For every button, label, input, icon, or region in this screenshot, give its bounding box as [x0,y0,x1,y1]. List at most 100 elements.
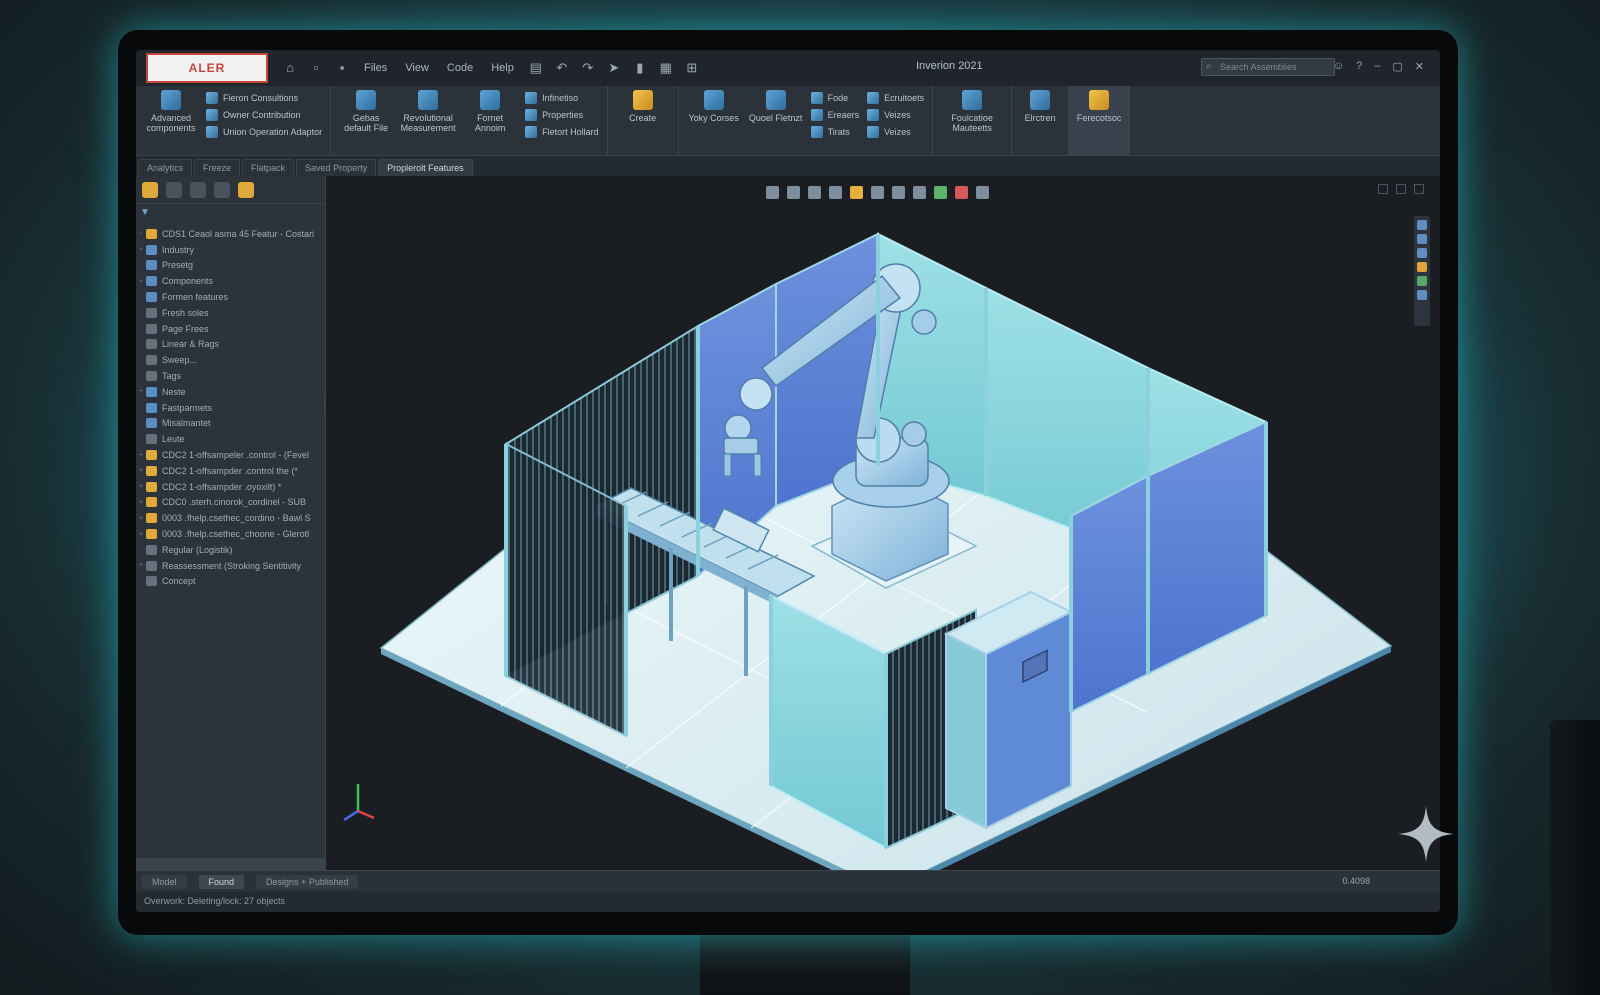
target-icon[interactable] [214,181,230,198]
clipboard-icon[interactable]: ▤ [528,60,544,76]
ribbon-button-default-file[interactable]: Gebas default File [339,90,393,133]
ribbon-button-ferecotsoc[interactable]: Ferecotsoc [1077,90,1121,123]
tree-item[interactable]: + Industry [136,242,325,258]
create-button[interactable]: Create [616,90,670,123]
user-icon[interactable]: ☺ [1333,60,1344,73]
ribbon-group-components: Advanced components Fieron Consultions O… [136,86,332,156]
tab-designs[interactable]: Designs + Published [256,874,359,889]
select-arrow-icon[interactable]: ➤ [606,60,622,76]
ribbon-button-elrctren[interactable]: Elrctren [1020,90,1060,123]
expand-toggle-icon[interactable]: + [136,483,146,490]
robot-cell-model[interactable] [326,176,1440,870]
app-logo[interactable]: ALER [146,53,268,83]
measure-icon[interactable]: ▮ [632,60,648,76]
tree-item[interactable]: Fresh soles [136,305,325,321]
expand-toggle-icon[interactable]: - [136,230,146,237]
ribbon-button-mauteetts[interactable]: Foulcatioe Mauteetts [941,90,1003,133]
tree-item[interactable]: + CDC2 1-offsampeler .control - (Fevel [136,447,325,463]
expand-toggle-icon[interactable]: + [136,499,146,506]
tree-item[interactable]: +0003 .fhelp.csethec_choone - Glerotl [136,526,325,542]
tree-item[interactable]: Sweep... [136,352,325,368]
annotate-icon [480,90,501,110]
search-input[interactable]: ⌕ Search Assemblies [1201,58,1335,76]
ribbon-button-fletort[interactable]: Fletort Hollard [525,126,599,138]
ribbon-button-tirats[interactable]: Tirats [810,126,860,138]
tree-item[interactable]: Leute [136,431,325,447]
ribbon-button-advanced-components[interactable]: Advanced components [144,90,198,133]
tab-flatpack[interactable]: Flatpack [242,159,295,176]
ribbon-button-infinetiso[interactable]: Infinetiso [525,92,599,104]
ribbon-button-properties[interactable]: Properties [525,109,599,121]
ribbon-button-fletnzt[interactable]: Quoel Fletnzt [749,90,803,123]
tab-freeze[interactable]: Freeze [194,159,241,176]
ribbon-button-veizes-1[interactable]: Veizes [867,109,924,121]
ribbon-button-fode[interactable]: Fode [810,92,860,104]
database-icon[interactable] [166,181,182,198]
tree-item[interactable]: Fastparmets [136,400,325,416]
ribbon-button-annotation[interactable]: Fornet Annoim [463,90,517,133]
minimize-icon[interactable]: – [1374,60,1380,73]
ribbon-button-ecruitoets[interactable]: Ecruitoets [867,92,924,104]
3d-viewport[interactable] [326,176,1440,870]
undo-icon[interactable]: ↶ [554,60,570,76]
tree-item[interactable]: + CDC0 .sterh.cinorok_cordinel - SUB [136,495,325,511]
tree-item[interactable]: Tags [136,368,325,384]
expand-toggle-icon[interactable]: + [136,278,146,285]
menu-files[interactable]: Files [360,62,391,74]
save-icon[interactable]: ▪ [334,60,350,76]
horizontal-scrollbar[interactable] [136,858,326,870]
ribbon-button-veizes-2[interactable]: Veizes [867,126,924,138]
expand-toggle-icon[interactable]: + [136,452,146,459]
filter-icon[interactable]: ▼ [140,207,321,223]
new-file-icon[interactable]: ▫ [308,60,324,76]
tree-item[interactable]: Regular (Logistik) [136,542,325,558]
tree-item-label: Misalmantet [162,418,211,429]
tree-item[interactable]: - CDS1 Ceaol asma 45 Featur - Costari [136,226,325,242]
tab-model[interactable]: Model [142,874,187,889]
tree-item[interactable]: +0003 .fhelp.csethec_cordino - Bawl S [136,510,325,526]
tree-item[interactable]: Page Frees [136,321,325,337]
expand-toggle-icon[interactable]: + [136,515,146,522]
menu-view[interactable]: View [401,62,433,74]
expand-toggle-icon[interactable]: + [136,467,146,474]
help-icon[interactable]: ? [1356,60,1362,73]
document-icon[interactable] [190,181,206,198]
tab-saved-property[interactable]: Saved Property [296,159,377,176]
tree-item[interactable]: Concept [136,574,325,590]
tab-found[interactable]: Found [198,874,245,889]
maximize-icon[interactable]: ▢ [1392,60,1402,73]
color-wheel-icon[interactable] [238,181,254,198]
tab-proplerolt-features[interactable]: Proplerolt Features [378,159,473,176]
ribbon-group-create: Create [608,86,679,156]
ribbon-button-measurement[interactable]: Revolutional Measurement [401,90,456,133]
table-icon[interactable]: ⊞ [684,60,700,76]
tree-item[interactable]: + Neste [136,384,325,400]
tree-item[interactable]: Misalmantet [136,416,325,432]
tree-item[interactable]: Formen features [136,289,325,305]
redo-icon[interactable]: ↷ [580,60,596,76]
filter-tag-icon[interactable] [142,181,158,198]
expand-toggle-icon[interactable]: + [136,246,146,253]
expand-toggle-icon[interactable]: + [136,531,146,538]
tab-analytics[interactable]: Analytics [138,159,193,176]
expand-toggle-icon[interactable]: + [136,388,146,395]
menu-help[interactable]: Help [487,62,518,74]
tree-item[interactable]: Presetg [136,258,325,274]
home-icon[interactable]: ⌂ [282,60,298,76]
ribbon-button-erasers[interactable]: Ereaers [810,109,859,121]
ribbon-button-1[interactable]: Fieron Consultions [206,92,322,104]
tree-item[interactable]: + Reassessment (Stroking Sentitivity [136,558,325,574]
ribbon-button-3[interactable]: Union Operation Adaptor [206,126,322,138]
menu-code[interactable]: Code [443,62,477,74]
tree-item[interactable]: Linear & Rags [136,337,325,353]
tree-item[interactable]: + Components [136,273,325,289]
ribbon-button-2[interactable]: Owner Contribution [206,109,322,121]
tree-item[interactable]: + CDC2 1-offsampder .oyoxilt) * [136,479,325,495]
ribbon-group-features: Gebas default File Revolutional Measurem… [331,86,608,156]
close-icon[interactable]: ✕ [1415,60,1424,73]
tree-item[interactable]: + CDC2 1-offsampder .control the (* [136,463,325,479]
ribbon-button-corses[interactable]: Yoky Corses [687,90,741,123]
expand-toggle-icon[interactable]: + [136,562,146,569]
ribbon-label: Fieron Consultions [223,93,299,103]
grid-icon[interactable]: ▦ [658,60,674,76]
